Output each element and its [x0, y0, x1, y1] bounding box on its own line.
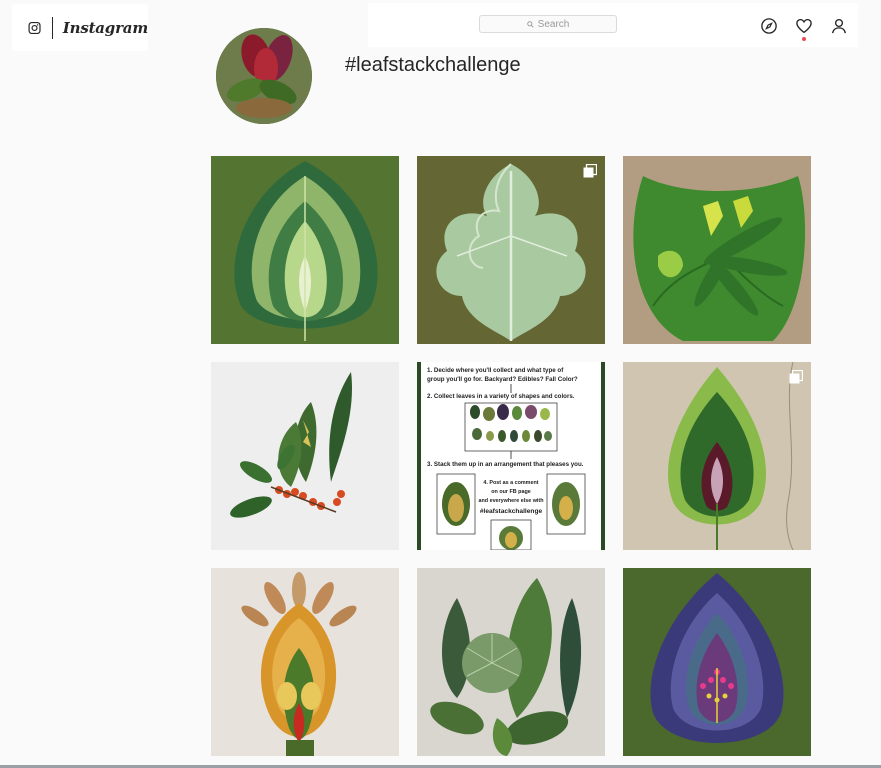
poster-step-2: 2. Collect leaves in a variety of shapes… [427, 393, 575, 400]
page-title: #leafstackchallenge [345, 54, 521, 76]
post-thumbnail-9[interactable] [623, 568, 811, 756]
multi-post-icon [583, 164, 597, 178]
logo-divider [52, 16, 53, 39]
instagram-logo[interactable]: Instagram [12, 4, 148, 51]
post-thumbnail-6[interactable] [623, 362, 811, 550]
user-icon[interactable] [830, 17, 848, 35]
multi-post-icon [789, 370, 803, 384]
poster-step-1: 1. Decide where you'll collect and what … [427, 367, 564, 374]
search-input[interactable]: Search [479, 15, 617, 33]
instagram-icon [28, 21, 41, 34]
post-thumbnail-2[interactable] [417, 156, 605, 344]
top-navigation-bar: Search [368, 3, 858, 47]
search-placeholder: Search [537, 18, 570, 30]
hashtag-avatar [216, 28, 312, 124]
wordmark: Instagram [62, 18, 148, 37]
poster-step-4c: and everywhere else with [478, 498, 543, 504]
compass-icon[interactable] [760, 17, 778, 35]
heart-icon[interactable] [795, 17, 813, 35]
post-thumbnail-1[interactable] [211, 156, 399, 344]
poster-step-4b: on our FB page [491, 489, 531, 495]
notification-dot [802, 37, 806, 41]
post-thumbnail-7[interactable] [211, 568, 399, 756]
poster-step-4a: 4. Post as a comment [483, 480, 538, 486]
post-thumbnail-3[interactable] [623, 156, 811, 344]
search-icon [526, 20, 534, 28]
poster-step-4d: #leafstackchallenge [480, 508, 543, 515]
post-thumbnail-5[interactable]: 1. Decide where you'll collect and what … [417, 362, 605, 550]
post-thumbnail-8[interactable] [417, 568, 605, 756]
poster-step-1b: group you'll go for. Backyard? Edibles? … [427, 376, 578, 383]
post-thumbnail-4[interactable] [211, 362, 399, 550]
poster-step-3: 3. Stack them up in an arrangement that … [427, 461, 584, 468]
